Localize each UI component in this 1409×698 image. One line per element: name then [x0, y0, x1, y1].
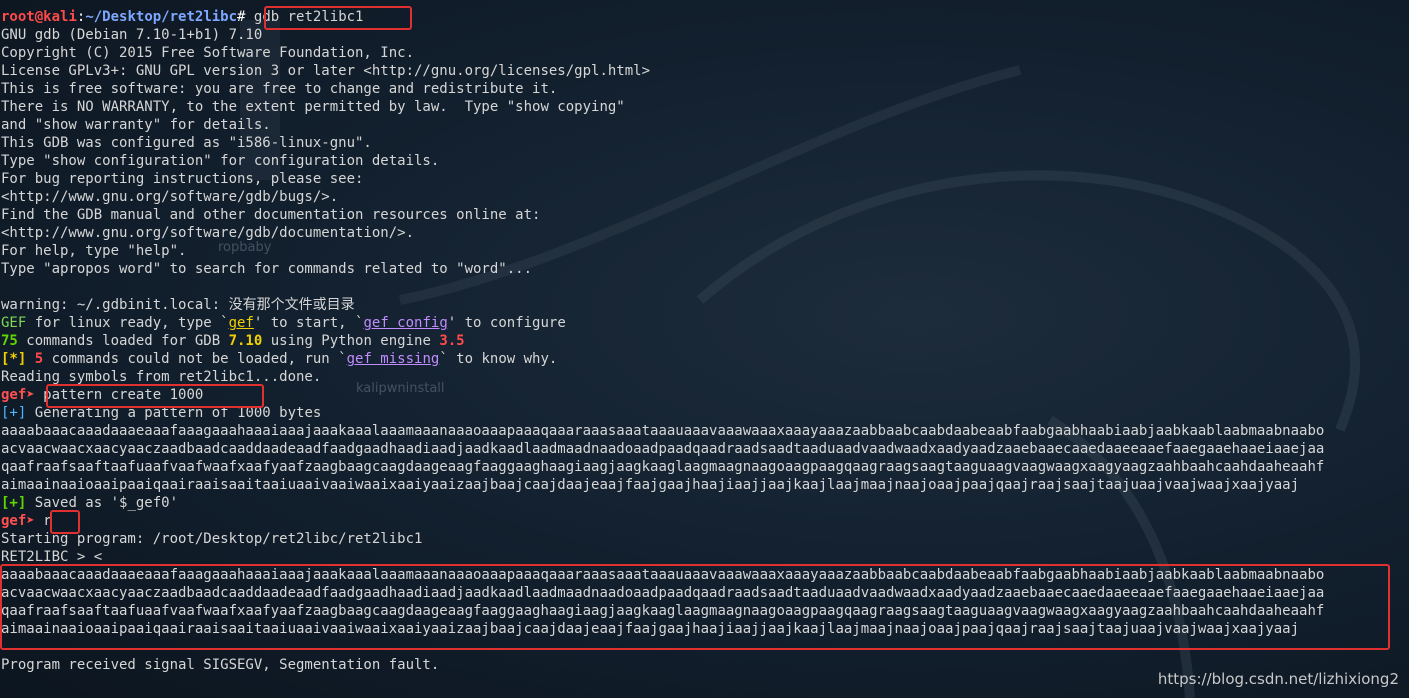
- highlight-box-gdb-command: [264, 6, 412, 30]
- banner-line: This GDB was configured as "i586-linux-g…: [1, 135, 372, 151]
- pattern-line: aimaainaaioaaipaaiqaairaaisaaitaaiuaaiva…: [1, 477, 1300, 493]
- banner-line: Type "apropos word" to search for comman…: [1, 261, 533, 277]
- watermark-text: https://blog.csdn.net/lizhixiong2: [1157, 670, 1399, 688]
- starting-program-line: Starting program: /root/Desktop/ret2libc…: [1, 531, 423, 547]
- highlight-box-input-pattern: [0, 564, 1390, 650]
- gef-prompt: gef➤: [1, 387, 44, 403]
- pattern-line: aaaabaaacaaadaaaeaaafaaagaaahaaaiaaajaaa…: [1, 423, 1325, 439]
- banner-line: Type "show configuration" for configurat…: [1, 153, 440, 169]
- saved-line: [+] Saved as '$_gef0': [1, 495, 179, 511]
- banner-line: Copyright (C) 2015 Free Software Foundat…: [1, 45, 415, 61]
- banner-line: There is NO WARRANTY, to the extent perm…: [1, 99, 625, 115]
- banner-line: License GPLv3+: GNU GPL version 3 or lat…: [1, 63, 651, 79]
- commands-loaded-line: 75 commands loaded for GDB 7.10 using Py…: [1, 333, 465, 349]
- warning-line: warning: ~/.gdbinit.local: 没有那个文件或目录: [1, 297, 355, 313]
- pattern-line: acvaacwaacxaacyaaczaadbaadcaaddaadeaadfa…: [1, 441, 1325, 457]
- banner-line: <http://www.gnu.org/software/gdb/bugs/>.: [1, 189, 339, 205]
- gef-prompt-line: gef➤ r: [0, 512, 1409, 530]
- highlight-box-run-command: [50, 510, 80, 534]
- shell-prompt-line: root@kali:~/Desktop/ret2libc# gdb ret2li…: [1, 9, 364, 25]
- banner-line: For help, type "help".: [1, 243, 187, 259]
- banner-line: and "show warranty" for details.: [1, 117, 271, 133]
- banner-line: For bug reporting instructions, please s…: [1, 171, 364, 187]
- banner-line: This is free software: you are free to c…: [1, 81, 558, 97]
- gef-ready-line: GEF for linux ready, type `gef' to start…: [1, 315, 566, 331]
- banner-line: Find the GDB manual and other documentat…: [1, 207, 541, 223]
- commands-failed-line: [*] 5 commands could not be loaded, run …: [1, 351, 558, 367]
- gef-prompt: gef➤: [1, 513, 44, 529]
- banner-line: <http://www.gnu.org/software/gdb/documen…: [1, 225, 415, 241]
- pattern-line: qaafraafsaaftaafuaafvaafwaafxaafyaafzaag…: [1, 459, 1325, 475]
- banner-line: GNU gdb (Debian 7.10-1+b1) 7.10: [1, 27, 263, 43]
- highlight-box-pattern-command: [46, 384, 264, 408]
